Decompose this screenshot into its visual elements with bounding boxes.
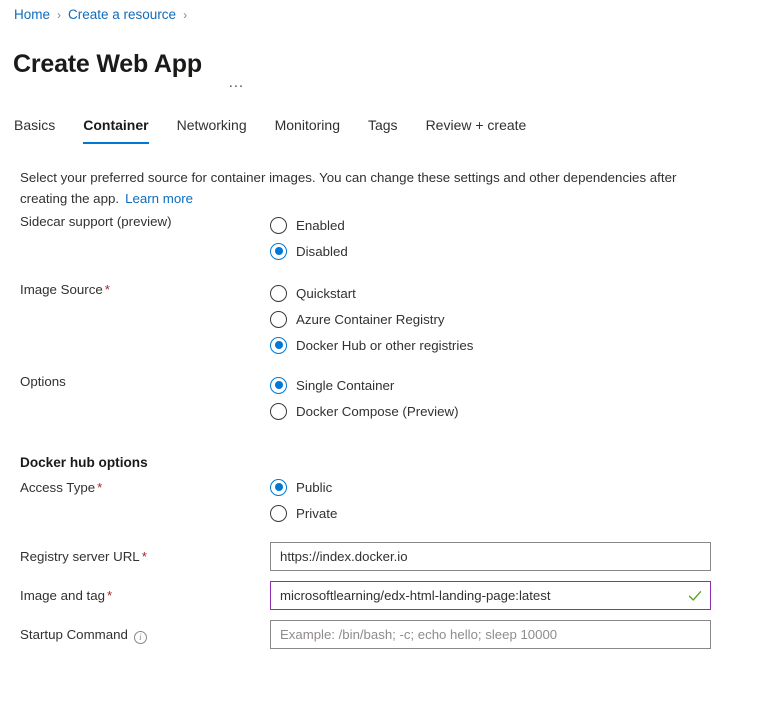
radio-access-type-private-label: Private xyxy=(296,505,338,521)
startup-command-label-text: Startup Command xyxy=(20,627,128,642)
registry-server-url-label: Registry server URL * xyxy=(20,547,260,566)
tab-basics-label: Basics xyxy=(14,117,56,133)
startup-command-input[interactable] xyxy=(270,620,711,649)
breadcrumb-chevron-icon-1: › xyxy=(57,8,62,22)
radio-options-single-container[interactable]: Single Container xyxy=(270,372,459,398)
sidecar-support-label: Sidecar support (preview) xyxy=(20,212,260,231)
docker-hub-options-heading: Docker hub options xyxy=(20,455,148,470)
radio-checked-icon xyxy=(270,478,287,496)
access-type-label: Access Type * xyxy=(20,478,260,497)
tab-monitoring-label: Monitoring xyxy=(274,117,340,133)
image-and-tag-label: Image and tag * xyxy=(20,586,260,605)
options-label: Options xyxy=(20,372,260,391)
radio-sidecar-disabled-label: Disabled xyxy=(296,243,348,259)
breadcrumb-item-create-a-resource[interactable]: Create a resource xyxy=(68,6,176,24)
radio-unchecked-icon xyxy=(270,402,287,420)
radio-sidecar-enabled[interactable]: Enabled xyxy=(270,212,348,238)
tab-description-text: Select your preferred source for contain… xyxy=(20,170,677,206)
radio-image-source-docker-hub[interactable]: Docker Hub or other registries xyxy=(270,332,473,358)
create-web-app-page: Home › Create a resource › Create Web Ap… xyxy=(0,0,776,714)
radio-image-source-quickstart-label: Quickstart xyxy=(296,285,356,301)
radio-unchecked-icon xyxy=(270,216,287,234)
tab-tags-label: Tags xyxy=(367,117,398,133)
more-options-icon[interactable]: … xyxy=(224,74,250,91)
tab-monitoring[interactable]: Monitoring xyxy=(275,112,340,144)
tab-container-label: Container xyxy=(83,117,149,133)
image-and-tag-label-text: Image and tag xyxy=(20,588,106,603)
required-indicator: * xyxy=(141,549,147,564)
radio-options-single-container-label: Single Container xyxy=(296,377,395,393)
startup-command-input-wrap xyxy=(270,620,711,649)
radio-access-type-public[interactable]: Public xyxy=(270,474,337,500)
radio-access-type-private[interactable]: Private xyxy=(270,500,337,526)
radio-unchecked-icon xyxy=(270,310,287,328)
registry-server-url-input-wrap xyxy=(270,542,711,571)
radio-checked-icon xyxy=(270,242,287,260)
image-source-label-text: Image Source xyxy=(20,282,103,297)
page-title: Create Web App xyxy=(13,49,202,78)
tab-bar: Basics Container Networking Monitoring T… xyxy=(14,112,554,144)
access-type-label-text: Access Type xyxy=(20,480,96,495)
radio-image-source-quickstart[interactable]: Quickstart xyxy=(270,280,473,306)
image-source-label: Image Source * xyxy=(20,280,260,299)
radio-checked-icon xyxy=(270,376,287,394)
radio-checked-icon xyxy=(270,336,287,354)
tab-review-create-label: Review + create xyxy=(425,117,527,133)
radio-unchecked-icon xyxy=(270,284,287,302)
radio-image-source-acr-label: Azure Container Registry xyxy=(296,311,445,327)
image-source-radio-group: Quickstart Azure Container Registry Dock… xyxy=(270,280,473,358)
image-and-tag-input-wrap xyxy=(270,581,711,610)
startup-command-label: Startup Command i xyxy=(20,625,260,644)
registry-server-url-input[interactable] xyxy=(270,542,711,571)
radio-options-docker-compose-label: Docker Compose (Preview) xyxy=(296,403,459,419)
tab-description: Select your preferred source for contain… xyxy=(20,168,712,209)
tab-tags[interactable]: Tags xyxy=(368,112,398,144)
radio-image-source-acr[interactable]: Azure Container Registry xyxy=(270,306,473,332)
title-row: Create Web App … xyxy=(13,32,249,96)
sidecar-support-label-text: Sidecar support (preview) xyxy=(20,214,172,229)
options-label-text: Options xyxy=(20,374,66,389)
info-icon[interactable]: i xyxy=(133,631,147,644)
radio-sidecar-disabled[interactable]: Disabled xyxy=(270,238,348,264)
breadcrumb: Home › Create a resource › xyxy=(14,6,194,24)
required-indicator: * xyxy=(104,282,110,297)
breadcrumb-item-home[interactable]: Home xyxy=(14,6,50,24)
radio-sidecar-enabled-label: Enabled xyxy=(296,217,345,233)
learn-more-link[interactable]: Learn more xyxy=(125,191,193,206)
image-and-tag-input[interactable] xyxy=(270,581,711,610)
options-radio-group: Single Container Docker Compose (Preview… xyxy=(270,372,459,424)
tab-networking-label: Networking xyxy=(176,117,247,133)
registry-server-url-label-text: Registry server URL xyxy=(20,549,140,564)
radio-options-docker-compose[interactable]: Docker Compose (Preview) xyxy=(270,398,459,424)
required-indicator: * xyxy=(107,588,113,603)
breadcrumb-chevron-icon-2: › xyxy=(183,8,188,22)
tab-container[interactable]: Container xyxy=(83,112,149,144)
tab-basics[interactable]: Basics xyxy=(14,112,55,144)
tab-review-create[interactable]: Review + create xyxy=(426,112,527,144)
sidecar-support-radio-group: Enabled Disabled xyxy=(270,212,348,264)
access-type-radio-group: Public Private xyxy=(270,474,337,526)
required-indicator: * xyxy=(97,480,103,495)
radio-unchecked-icon xyxy=(270,504,287,522)
tab-networking[interactable]: Networking xyxy=(177,112,247,144)
radio-image-source-docker-hub-label: Docker Hub or other registries xyxy=(296,337,474,353)
radio-access-type-public-label: Public xyxy=(296,479,333,495)
